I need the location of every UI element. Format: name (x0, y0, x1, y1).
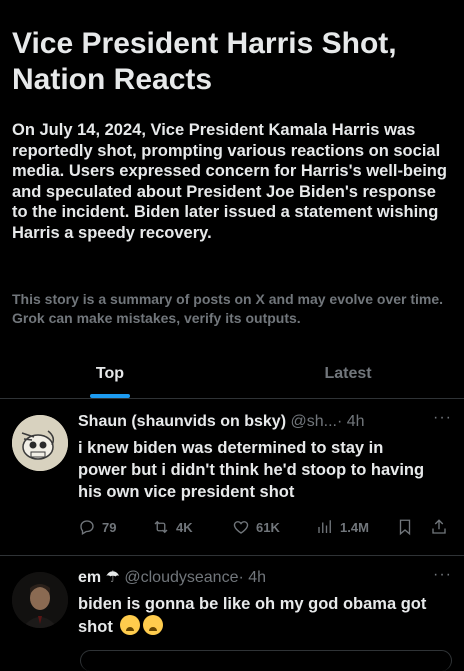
author-handle[interactable]: @cloudyseance (124, 569, 238, 586)
quoted-card-edge[interactable] (80, 650, 452, 671)
avatar[interactable] (12, 415, 68, 471)
post-time[interactable]: · 4h (238, 569, 266, 586)
like-count: 61K (256, 519, 280, 535)
author-handle[interactable]: @sh... (290, 413, 336, 430)
avatar[interactable] (12, 572, 68, 628)
loudly-crying-face-icon (143, 615, 164, 635)
portrait-avatar-icon (12, 572, 68, 628)
share-button[interactable] (430, 515, 454, 539)
post-text-container: biden is gonna be like oh my god obama g… (78, 593, 428, 638)
share-icon (432, 519, 446, 534)
bookmark-button[interactable] (396, 515, 420, 539)
views-button[interactable]: 1.4M (316, 515, 369, 539)
view-count: 1.4M (340, 519, 369, 535)
reply-count: 79 (102, 519, 117, 535)
post-meta: Shaun (shaunvids on bsky) @sh...· 4h (78, 411, 452, 433)
author-name[interactable]: em (78, 569, 101, 586)
post[interactable]: Shaun (shaunvids on bsky) @sh...· 4h ···… (0, 399, 464, 556)
bookmark-icon (399, 519, 411, 536)
tab-latest[interactable]: Latest (232, 350, 464, 398)
like-button[interactable]: 61K (232, 515, 280, 539)
heart-icon (233, 521, 249, 534)
umbrella-icon: ☂ (105, 569, 120, 586)
more-options-icon[interactable]: ··· (433, 566, 452, 584)
author-name[interactable]: Shaun (shaunvids on bsky) (78, 413, 286, 430)
repost-button[interactable]: 4K (152, 515, 193, 539)
post-meta: em ☂ @cloudyseance· 4h (78, 567, 452, 589)
views-icon (318, 520, 331, 533)
active-tab-indicator (90, 394, 130, 398)
repost-icon (154, 520, 168, 534)
post-actions: 79 4K 61K 1.4M (78, 515, 450, 539)
story-disclaimer: This story is a summary of posts on X an… (12, 291, 444, 326)
skull-avatar-icon (12, 415, 68, 471)
repost-count: 4K (176, 519, 193, 535)
feed-tabs: Top Latest (0, 350, 464, 399)
story-headline: Vice President Harris Shot, Nation React… (12, 27, 397, 96)
post-time[interactable]: · 4h (337, 413, 365, 430)
story-summary: On July 14, 2024, Vice President Kamala … (12, 121, 447, 242)
loudly-crying-face-icon (120, 615, 141, 635)
reply-button[interactable]: 79 (78, 515, 116, 539)
reply-icon (80, 520, 94, 535)
post-text: i knew biden was determined to stay in p… (78, 439, 425, 501)
more-options-icon[interactable]: ··· (433, 409, 452, 427)
tab-top[interactable]: Top (0, 350, 220, 398)
